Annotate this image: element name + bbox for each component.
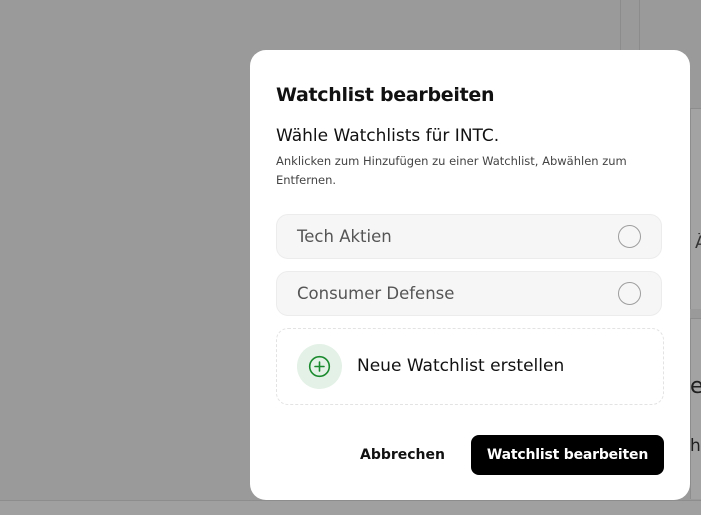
watchlist-option-consumer-defense[interactable]: Consumer Defense: [276, 271, 662, 316]
watchlist-option-label: Tech Aktien: [297, 227, 392, 246]
background-divider: [639, 0, 640, 50]
background-text: el: [690, 374, 701, 399]
background-footer: [0, 500, 701, 515]
background-text: hi: [690, 436, 701, 456]
edit-watchlist-dialog: Watchlist bearbeiten Wähle Watchlists fü…: [250, 50, 690, 500]
dialog-hint: Anklicken zum Hinzufügen zu einer Watchl…: [276, 154, 627, 187]
create-watchlist-label: Neue Watchlist erstellen: [357, 356, 565, 376]
dialog-subtitle: Wähle Watchlists für INTC.: [276, 126, 500, 146]
dialog-title: Watchlist bearbeiten: [276, 84, 495, 106]
create-watchlist-button[interactable]: Neue Watchlist erstellen: [276, 328, 664, 405]
radio-icon[interactable]: [618, 225, 641, 248]
background-text: Ä: [695, 233, 701, 253]
watchlist-option-tech-aktien[interactable]: Tech Aktien: [276, 214, 662, 259]
cancel-button[interactable]: Abbrechen: [350, 436, 455, 474]
radio-icon[interactable]: [618, 282, 641, 305]
background-card: [690, 108, 701, 309]
background-card: [690, 318, 701, 499]
background-divider: [620, 0, 621, 50]
watchlist-option-label: Consumer Defense: [297, 284, 455, 303]
edit-watchlist-submit-button[interactable]: Watchlist bearbeiten: [471, 435, 664, 475]
plus-circle-icon: [297, 344, 342, 389]
